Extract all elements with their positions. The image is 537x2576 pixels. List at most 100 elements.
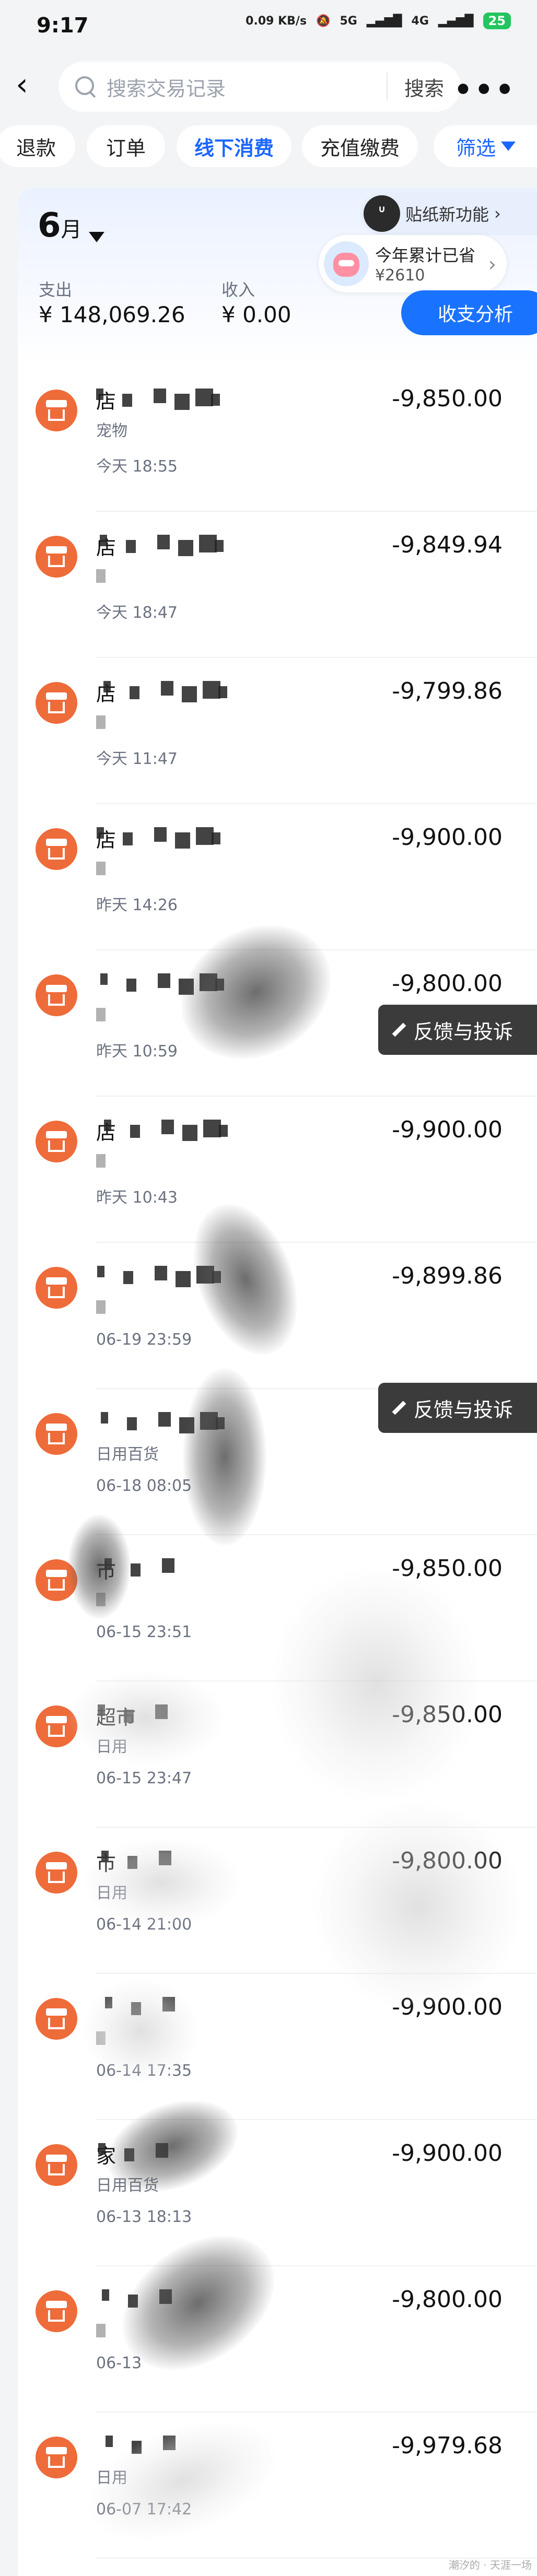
- transaction-time: 06-13 18:13: [96, 2208, 192, 2226]
- transaction-amount: -9,799.86: [392, 678, 503, 704]
- redaction-blot: [182, 686, 197, 702]
- savings-amount: ¥2610: [375, 266, 425, 285]
- redaction-blot: [182, 1125, 197, 1141]
- redaction-blot: [131, 1563, 141, 1577]
- tab-refund[interactable]: 退款: [0, 125, 75, 167]
- transaction-time: 06-19 23:59: [96, 1331, 192, 1349]
- redaction-blot: [162, 1558, 174, 1573]
- income-label: 收入: [221, 280, 255, 300]
- savings-title: 今年累计已省: [375, 245, 476, 265]
- redaction-blot: [100, 535, 107, 546]
- edit-icon: [391, 1400, 406, 1416]
- search-button[interactable]: 搜索: [388, 73, 461, 101]
- redaction-blot: [215, 540, 224, 552]
- signal-5g: 5G: [340, 14, 357, 28]
- transaction-row[interactable]: 店今天 18:47 -9,849.94: [18, 512, 537, 658]
- shop-glyph: [46, 2155, 67, 2175]
- shop-glyph: [46, 1862, 67, 1883]
- redaction-blot: [122, 394, 132, 407]
- redaction-blot: [219, 1125, 228, 1137]
- month-unit: 月: [61, 218, 82, 242]
- store-icon: [36, 974, 77, 1016]
- transaction-amount: -9,900.00: [392, 1116, 503, 1143]
- shop-glyph: [46, 985, 67, 1006]
- transaction-time: 昨天 10:59: [96, 1042, 178, 1061]
- status-icons: 0.09 KB/s 🔕 5G ▂▄▆█ 4G ▂▄▆█ 25: [246, 13, 511, 29]
- redaction-blot: [126, 979, 136, 992]
- month-caret-icon[interactable]: [89, 232, 104, 242]
- tab-orders[interactable]: 订单: [87, 125, 165, 167]
- transaction-row[interactable]: 店宠物 今天 18:55 -9,850.00: [18, 366, 537, 512]
- search-input[interactable]: 搜索交易记录: [107, 73, 387, 101]
- back-icon[interactable]: ‹: [16, 69, 37, 100]
- watermark: 潮汐的 · 天涯一场: [448, 2559, 532, 2571]
- store-icon: [36, 2437, 77, 2478]
- signal-icon: ▂▄▆█: [366, 14, 402, 28]
- transaction-row[interactable]: 06-13 -9,800.00: [18, 2266, 537, 2413]
- savings-pill[interactable]: 今年累计已省 ¥2610 ›: [319, 235, 507, 292]
- tab-offline[interactable]: 线下消费: [177, 125, 291, 167]
- transaction-amount: -9,850.00: [392, 385, 503, 412]
- analysis-button[interactable]: 收支分析: [401, 290, 537, 335]
- redaction-blot: [96, 1300, 106, 1314]
- feedback-label: 反馈与投诉: [414, 1020, 513, 1043]
- shop-glyph: [46, 1570, 67, 1591]
- transaction-name: 店: [96, 390, 116, 413]
- redaction-blot: [155, 1266, 167, 1280]
- more-options-icon[interactable]: •••: [454, 73, 516, 107]
- store-icon: [36, 2144, 77, 2186]
- sticker-feature-badge[interactable]: ᐡ 贴纸新功能 ›: [360, 192, 537, 235]
- shop-glyph: [46, 839, 67, 860]
- expense-value: ¥ 148,069.26: [39, 302, 185, 327]
- transaction-row[interactable]: 店昨天 10:43 -9,900.00: [18, 1097, 537, 1243]
- month-value: 6: [38, 206, 61, 245]
- tab-recharge[interactable]: 充值缴费: [302, 125, 418, 167]
- expense-label: 支出: [39, 280, 73, 300]
- redaction-blot: [176, 1271, 191, 1287]
- feedback-button-2[interactable]: 反馈与投诉: [378, 1383, 537, 1433]
- transaction-name: 店: [96, 683, 116, 705]
- search-bar[interactable]: 搜索交易记录 搜索: [59, 62, 461, 112]
- redaction-blot: [106, 2436, 113, 2447]
- chevron-right-icon: ›: [494, 204, 501, 224]
- redaction-blot: [98, 2143, 106, 2155]
- feedback-button[interactable]: 反馈与投诉: [378, 1005, 537, 1055]
- redaction-blot: [96, 389, 103, 400]
- shop-glyph: [46, 2008, 67, 2029]
- redaction-blot: [123, 1271, 133, 1284]
- transaction-name: 店: [96, 1121, 116, 1144]
- transaction-row[interactable]: 家日用百货06-13 18:13-9,900.00: [18, 2120, 537, 2266]
- month-selector[interactable]: 6月: [38, 206, 82, 245]
- redaction-smear: [272, 1567, 481, 1802]
- redaction-blot: [178, 540, 193, 556]
- redaction-blot: [203, 1120, 221, 1137]
- redaction-blot: [102, 2289, 109, 2301]
- redaction-blot: [96, 569, 106, 583]
- redaction-blot: [218, 686, 227, 698]
- redaction-blot: [161, 681, 173, 696]
- transaction-amount: -9,899.86: [392, 1263, 503, 1289]
- transaction-amount: -9,800.00: [392, 970, 503, 997]
- mascot-icon: [324, 241, 369, 286]
- transaction-amount: -9,800.00: [392, 2286, 503, 2313]
- transaction-time: 06-15 23:51: [96, 1623, 192, 1641]
- filter-button[interactable]: 筛选: [434, 125, 537, 167]
- redaction-smear: [68, 1671, 225, 1765]
- transaction-time: 06-15 23:47: [96, 1769, 192, 1787]
- sticker-text: 贴纸新功能: [405, 205, 489, 225]
- store-icon: [36, 2290, 77, 2332]
- redaction-blot: [101, 1412, 108, 1424]
- store-icon: [36, 1267, 77, 1309]
- transaction-row[interactable]: 店今天 11:47 -9,799.86: [18, 658, 537, 804]
- transaction-name: 店: [96, 536, 116, 559]
- redaction-blot: [123, 832, 133, 845]
- shop-glyph: [46, 2447, 67, 2468]
- redaction-smear: [183, 1368, 266, 1546]
- redaction-blot: [97, 1266, 104, 1277]
- redaction-blot: [158, 973, 170, 988]
- status-time: 9:17: [37, 14, 89, 38]
- transaction-time: 06-18 08:05: [96, 1477, 192, 1495]
- chevron-right-icon: ›: [488, 253, 496, 276]
- store-icon: [36, 1413, 77, 1455]
- redaction-blot: [161, 1120, 174, 1134]
